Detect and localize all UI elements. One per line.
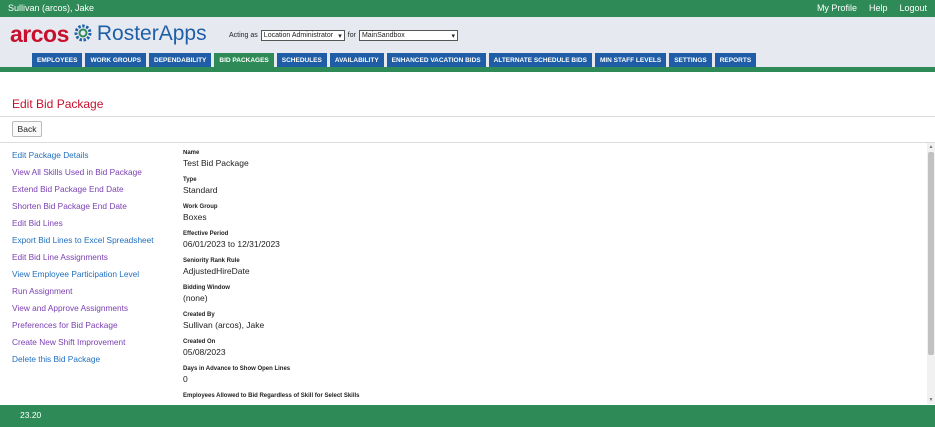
field-label: Seniority Rank Rule — [183, 258, 240, 264]
field-value: Test Bid Package — [183, 158, 249, 168]
field-label: Created On — [183, 339, 216, 345]
top-links: My Profile Help Logout — [817, 3, 927, 13]
field-label: Effective Period — [183, 231, 229, 237]
version-label: 23.20 — [20, 410, 42, 420]
field-label: Bidding Window — [183, 285, 230, 291]
field-label: Work Group — [183, 204, 218, 210]
edit-bid-line-assignments-link[interactable]: Edit Bid Line Assignments — [12, 252, 172, 269]
brand-name: arcos — [10, 20, 69, 47]
field-value: 0 — [183, 374, 188, 384]
field-label: Employees Allowed to Bid Regardless of S… — [183, 393, 360, 399]
chevron-down-icon: ▾ — [451, 32, 455, 40]
chevron-down-icon: ▾ — [338, 32, 342, 40]
nav-tab-reports[interactable]: REPORTS — [714, 53, 757, 67]
help-link[interactable]: Help — [869, 3, 888, 13]
nav-tab-work-groups[interactable]: WORK GROUPS — [85, 53, 147, 67]
main-nav: EMPLOYEES WORK GROUPS DEPENDABILITY BID … — [32, 53, 757, 67]
field-value: AdjustedHireDate — [183, 266, 250, 276]
nav-underline — [0, 67, 935, 72]
preferences-link[interactable]: Preferences for Bid Package — [12, 320, 172, 337]
field-label: Type — [183, 177, 197, 183]
location-select[interactable]: MainSandbox ▾ — [358, 30, 458, 41]
nav-tab-dependability[interactable]: DEPENDABILITY — [149, 53, 212, 67]
scrollbar-thumb[interactable] — [928, 152, 934, 355]
page-title: Edit Bid Package — [12, 97, 104, 111]
package-details: Name Test Bid Package Type Standard Work… — [183, 150, 923, 402]
field-work-group: Work Group Boxes — [183, 204, 923, 231]
product-name: RosterApps — [96, 22, 207, 45]
nav-tab-employees[interactable]: EMPLOYEES — [32, 53, 83, 67]
field-bidding-window: Bidding Window (none) — [183, 285, 923, 312]
edit-package-details-link[interactable]: Edit Package Details — [12, 150, 172, 167]
footer-bar: 23.20 — [0, 405, 935, 427]
role-select[interactable]: Location Administrator ▾ — [260, 30, 345, 41]
view-approve-assignments-link[interactable]: View and Approve Assignments — [12, 303, 172, 320]
field-name: Name Test Bid Package — [183, 150, 923, 177]
create-shift-improvement-link[interactable]: Create New Shift Improvement — [12, 337, 172, 354]
field-effective-period: Effective Period 06/01/2023 to 12/31/202… — [183, 231, 923, 258]
action-sidebar: Edit Package Details View All Skills Use… — [12, 150, 172, 371]
field-value: 06/01/2023 to 12/31/2023 — [183, 239, 280, 249]
field-created-by: Created By Sullivan (arcos), Jake — [183, 312, 923, 339]
scroll-up-icon[interactable]: ▲ — [927, 143, 935, 151]
back-button[interactable]: Back — [12, 121, 42, 137]
divider — [0, 142, 935, 143]
scroll-down-icon[interactable]: ▼ — [927, 396, 935, 404]
my-profile-link[interactable]: My Profile — [817, 3, 857, 13]
field-value: Sullivan (arcos), Jake — [183, 320, 265, 330]
field-label: Days in Advance to Show Open Lines — [183, 366, 291, 372]
run-assignment-link[interactable]: Run Assignment — [12, 286, 172, 303]
nav-tab-min-staff-levels[interactable]: MIN STAFF LEVELS — [594, 53, 667, 67]
field-value: Standard — [183, 185, 218, 195]
divider — [0, 116, 935, 117]
acting-as-bar: Acting as Location Administrator ▾ for M… — [229, 30, 458, 41]
field-type: Type Standard — [183, 177, 923, 204]
nav-tab-availability[interactable]: AVAILABILITY — [329, 53, 384, 67]
field-value: 05/08/2023 — [183, 347, 226, 357]
role-select-value: Location Administrator — [263, 32, 334, 39]
current-user: Sullivan (arcos), Jake — [8, 3, 95, 13]
field-value: (none) — [183, 293, 208, 303]
field-seniority-rank-rule: Seniority Rank Rule AdjustedHireDate — [183, 258, 923, 285]
acting-as-label: Acting as — [229, 32, 258, 39]
field-created-on: Created On 05/08/2023 — [183, 339, 923, 366]
delete-bid-package-link[interactable]: Delete this Bid Package — [12, 354, 172, 371]
field-label: Name — [183, 150, 200, 156]
field-days-in-advance: Days in Advance to Show Open Lines 0 — [183, 366, 923, 393]
app-logo: arcos RosterApps — [10, 21, 207, 47]
field-employees-allowed-to-bid: Employees Allowed to Bid Regardless of S… — [183, 393, 923, 402]
location-select-value: MainSandbox — [361, 32, 405, 39]
for-label: for — [347, 32, 356, 39]
view-employee-participation-link[interactable]: View Employee Participation Level — [12, 269, 172, 286]
extend-end-date-link[interactable]: Extend Bid Package End Date — [12, 184, 172, 201]
field-label: Created By — [183, 312, 215, 318]
view-all-skills-link[interactable]: View All Skills Used in Bid Package — [12, 167, 172, 184]
nav-tab-settings[interactable]: SETTINGS — [669, 53, 712, 67]
edit-bid-lines-link[interactable]: Edit Bid Lines — [12, 218, 172, 235]
nav-tab-bid-packages[interactable]: BID PACKAGES — [214, 53, 274, 67]
nav-tab-enhanced-vacation-bids[interactable]: ENHANCED VACATION BIDS — [386, 53, 486, 67]
export-bid-lines-link[interactable]: Export Bid Lines to Excel Spreadsheet — [12, 235, 172, 252]
logout-link[interactable]: Logout — [899, 3, 927, 13]
nav-tab-alternate-schedule-bids[interactable]: ALTERNATE SCHEDULE BIDS — [488, 53, 592, 67]
field-value: Boxes — [183, 212, 207, 222]
vertical-scrollbar[interactable]: ▲ ▼ — [927, 143, 935, 404]
top-bar: Sullivan (arcos), Jake My Profile Help L… — [0, 0, 935, 17]
nav-tab-schedules[interactable]: SCHEDULES — [276, 53, 327, 67]
gear-logo-icon — [73, 23, 93, 45]
shorten-end-date-link[interactable]: Shorten Bid Package End Date — [12, 201, 172, 218]
